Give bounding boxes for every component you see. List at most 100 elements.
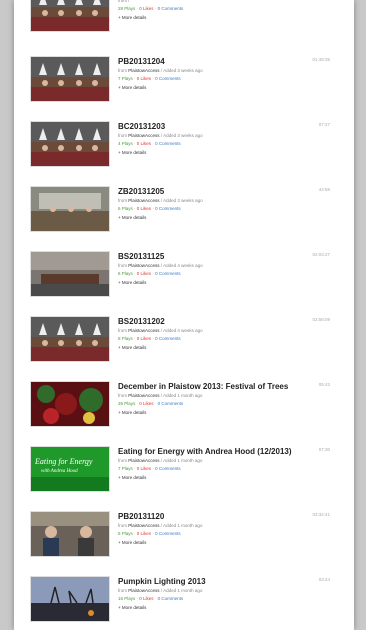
video-list-item: from / 28 Plays · 0 Likes · 0 Comments +… bbox=[14, 0, 354, 45]
more-details-link[interactable]: + More details bbox=[118, 475, 198, 480]
video-duration: 44:55 bbox=[318, 187, 330, 192]
likes-count[interactable]: 0 Likes bbox=[139, 401, 153, 406]
comments-count[interactable]: 0 Comments bbox=[158, 6, 184, 11]
likes-count[interactable]: 0 Likes bbox=[137, 76, 151, 81]
more-details-link[interactable]: + More details bbox=[118, 605, 198, 610]
uploader-link[interactable]: PlaistowAccess bbox=[128, 458, 159, 463]
added-date: Added 1 month ago bbox=[163, 458, 203, 463]
video-duration: 02:58:09 bbox=[312, 317, 330, 322]
video-title[interactable]: Pumpkin Lighting 2013 bbox=[118, 577, 318, 586]
video-thumbnail[interactable] bbox=[30, 316, 110, 362]
more-details-link[interactable]: + More details bbox=[118, 540, 198, 545]
comments-count[interactable]: 0 Comments bbox=[155, 206, 181, 211]
comments-count[interactable]: 0 Comments bbox=[155, 76, 181, 81]
comments-count[interactable]: 0 Comments bbox=[155, 466, 181, 471]
video-title[interactable]: PB20131204 bbox=[118, 57, 318, 66]
plays-count[interactable]: 8 Plays bbox=[118, 336, 133, 341]
more-details-link[interactable]: + More details bbox=[118, 280, 198, 285]
thumb-title-text: Eating for Energy bbox=[35, 457, 93, 466]
added-date: Added 4 weeks ago bbox=[163, 328, 203, 333]
video-meta: from PlaistowAccess / Added 3 weeks ago bbox=[118, 198, 318, 203]
from-label: from bbox=[118, 198, 127, 203]
likes-count[interactable]: 0 Likes bbox=[137, 271, 151, 276]
likes-count[interactable]: 0 Likes bbox=[137, 141, 151, 146]
video-title[interactable]: BC20131203 bbox=[118, 122, 318, 131]
video-duration: 03:32:41 bbox=[312, 512, 330, 517]
more-details-link[interactable]: + More details bbox=[118, 150, 198, 155]
video-thumbnail[interactable] bbox=[30, 121, 110, 167]
uploader-link[interactable]: PlaistowAccess bbox=[128, 588, 159, 593]
video-stats: 4 Plays · 0 Likes · 0 Comments bbox=[118, 141, 318, 146]
meeting-scene-image bbox=[31, 57, 109, 101]
video-duration: 03:44 bbox=[318, 577, 330, 582]
plays-count[interactable]: 4 Plays bbox=[118, 141, 133, 146]
comments-count[interactable]: 0 Comments bbox=[155, 336, 181, 341]
video-thumbnail[interactable] bbox=[30, 0, 110, 32]
added-date: Added 1 month ago bbox=[163, 588, 203, 593]
video-stats: 7 Plays · 0 Likes · 0 Comments bbox=[118, 76, 318, 81]
video-title[interactable]: ZB20131205 bbox=[118, 187, 318, 196]
video-thumbnail[interactable] bbox=[30, 186, 110, 232]
video-meta: from PlaistowAccess / Added 4 weeks ago bbox=[118, 328, 318, 333]
added-date: Added 1 month ago bbox=[163, 523, 203, 528]
plays-count[interactable]: 7 Plays bbox=[118, 76, 133, 81]
video-meta: from PlaistowAccess / Added 1 month ago bbox=[118, 588, 318, 593]
comments-count[interactable]: 0 Comments bbox=[158, 596, 184, 601]
uploader-link[interactable]: PlaistowAccess bbox=[128, 523, 159, 528]
video-list-page: from / 28 Plays · 0 Likes · 0 Comments +… bbox=[14, 0, 354, 630]
video-thumbnail[interactable] bbox=[30, 251, 110, 297]
likes-count[interactable]: 0 Likes bbox=[139, 6, 153, 11]
plays-count[interactable]: 6 Plays bbox=[118, 271, 133, 276]
plays-count[interactable]: 28 Plays bbox=[118, 6, 135, 11]
more-details-link[interactable]: + More details bbox=[118, 215, 198, 220]
likes-count[interactable]: 0 Likes bbox=[137, 531, 151, 536]
uploader-link[interactable]: PlaistowAccess bbox=[128, 263, 159, 268]
more-details-link[interactable]: + More details bbox=[118, 410, 198, 415]
video-list-item: Eating for Energy with Andrea Hood Eatin… bbox=[14, 440, 354, 505]
comments-count[interactable]: 0 Comments bbox=[155, 141, 181, 146]
added-date: Added 1 month ago bbox=[163, 393, 203, 398]
more-details-link[interactable]: + More details bbox=[118, 15, 198, 20]
video-meta: from PlaistowAccess / Added 1 month ago bbox=[118, 523, 318, 528]
from-label: from bbox=[118, 0, 127, 3]
plays-count[interactable]: 16 Plays bbox=[118, 596, 135, 601]
uploader-link[interactable]: PlaistowAccess bbox=[128, 393, 159, 398]
video-thumbnail[interactable]: Eating for Energy with Andrea Hood bbox=[30, 446, 110, 492]
video-thumbnail[interactable] bbox=[30, 56, 110, 102]
likes-count[interactable]: 0 Likes bbox=[137, 466, 151, 471]
added-date: Added 4 weeks ago bbox=[163, 263, 203, 268]
video-stats: 5 Plays · 0 Likes · 0 Comments bbox=[118, 531, 318, 536]
video-thumbnail[interactable] bbox=[30, 381, 110, 427]
likes-count[interactable]: 0 Likes bbox=[137, 336, 151, 341]
video-list-item: ZB20131205 from PlaistowAccess / Added 3… bbox=[14, 180, 354, 245]
plays-count[interactable]: 6 Plays bbox=[118, 206, 133, 211]
from-label: from bbox=[118, 328, 127, 333]
more-details-link[interactable]: + More details bbox=[118, 345, 198, 350]
uploader-link[interactable]: PlaistowAccess bbox=[128, 68, 159, 73]
more-details-link[interactable]: + More details bbox=[118, 85, 198, 90]
uploader-link[interactable]: PlaistowAccess bbox=[128, 133, 159, 138]
christmas-tree-image bbox=[31, 382, 109, 426]
video-title[interactable]: BS20131125 bbox=[118, 252, 318, 261]
video-thumbnail[interactable] bbox=[30, 576, 110, 622]
from-label: from bbox=[118, 263, 127, 268]
video-duration: 05:43 bbox=[318, 382, 330, 387]
video-thumbnail[interactable] bbox=[30, 511, 110, 557]
video-title[interactable]: December in Plaistow 2013: Festival of T… bbox=[118, 382, 318, 391]
comments-count[interactable]: 0 Comments bbox=[158, 401, 184, 406]
plays-count[interactable]: 35 Plays bbox=[118, 401, 135, 406]
video-title[interactable]: Eating for Energy with Andrea Hood (12/2… bbox=[118, 447, 318, 456]
likes-count[interactable]: 0 Likes bbox=[139, 596, 153, 601]
comments-count[interactable]: 0 Comments bbox=[155, 271, 181, 276]
uploader-link[interactable]: PlaistowAccess bbox=[128, 198, 159, 203]
plays-count[interactable]: 7 Plays bbox=[118, 466, 133, 471]
plays-count[interactable]: 5 Plays bbox=[118, 531, 133, 536]
video-title[interactable]: PB20131120 bbox=[118, 512, 318, 521]
likes-count[interactable]: 0 Likes bbox=[137, 206, 151, 211]
uploader-link[interactable]: PlaistowAccess bbox=[128, 328, 159, 333]
video-title[interactable]: BS20131202 bbox=[118, 317, 318, 326]
pumpkin-night-image bbox=[31, 577, 109, 621]
comments-count[interactable]: 0 Comments bbox=[155, 531, 181, 536]
added-date: Added 3 weeks ago bbox=[163, 68, 203, 73]
added-date: Added 3 weeks ago bbox=[163, 133, 203, 138]
